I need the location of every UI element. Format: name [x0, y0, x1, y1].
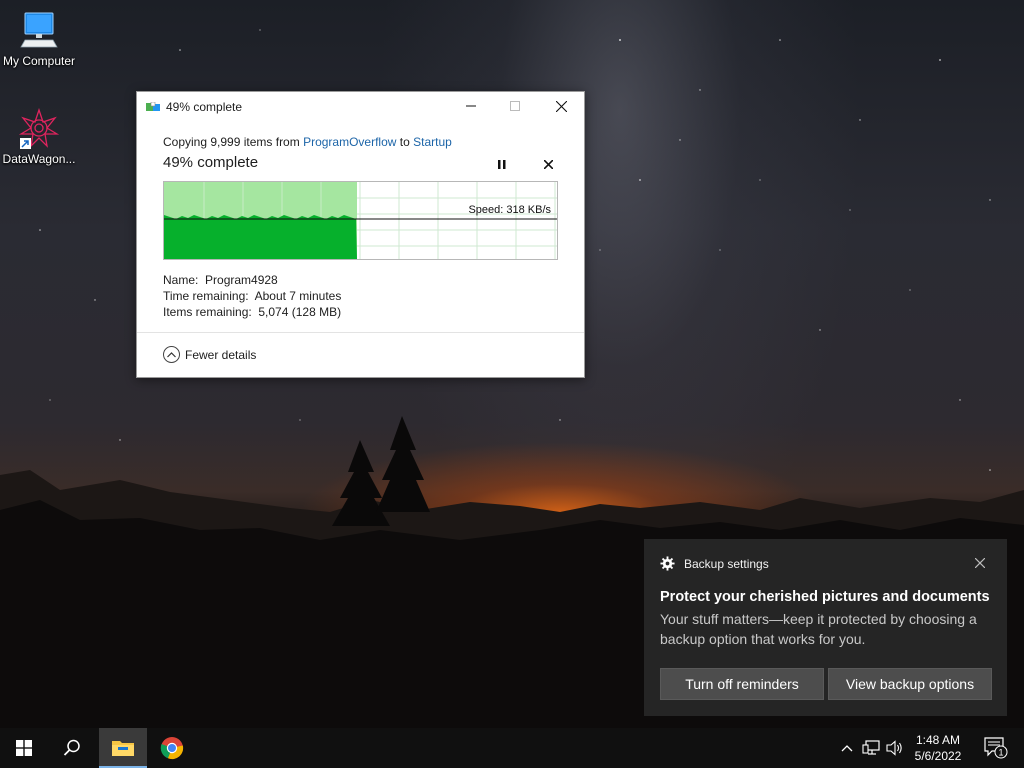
detail-value: About 7 minutes	[254, 289, 342, 303]
copy-progress-dialog: 49% complete Copying 9,999 items from Pr…	[136, 91, 585, 378]
desktop-icon-label: My Computer	[2, 54, 76, 68]
divider	[137, 332, 584, 333]
notification-header: Backup settings	[660, 556, 769, 571]
notification-icon: 1	[984, 737, 1008, 759]
pause-icon	[498, 159, 506, 169]
desktop-icon-datawagon[interactable]: DataWagon...	[0, 107, 78, 166]
speed-readout: Speed: 318 KB/s	[468, 204, 551, 216]
chevron-up-icon	[841, 745, 853, 752]
pause-button[interactable]	[493, 156, 511, 172]
destination-folder-link[interactable]: Startup	[413, 135, 452, 149]
action-center-button[interactable]: 1	[976, 728, 1016, 768]
taskbar-file-explorer[interactable]	[99, 728, 147, 768]
search-icon	[63, 739, 80, 756]
maximize-icon	[510, 101, 520, 111]
copy-details: Name: Program4928 Time remaining: About …	[163, 272, 341, 320]
desktop-icon-my-computer[interactable]: My Computer	[0, 10, 78, 68]
progress-status: 49% complete	[163, 154, 259, 171]
close-button[interactable]	[538, 92, 584, 120]
volume-icon	[886, 740, 902, 756]
file-explorer-icon	[112, 741, 134, 756]
fewer-details-button[interactable]: Fewer details	[163, 346, 256, 363]
detail-label: Name:	[163, 273, 199, 287]
cancel-copy-button[interactable]	[539, 156, 557, 172]
minimize-button[interactable]	[448, 92, 494, 120]
computer-icon	[19, 10, 59, 50]
notification-close-button[interactable]	[972, 555, 988, 571]
clock-date: 5/6/2022	[914, 749, 962, 763]
copy-description: Copying 9,999 items from ProgramOverflow…	[163, 135, 452, 149]
notification-app-name: Backup settings	[684, 556, 769, 571]
system-clock[interactable]: 1:48 AM 5/6/2022	[906, 732, 970, 764]
detail-time-remaining: Time remaining: About 7 minutes	[163, 288, 341, 304]
copy-mid: to	[396, 135, 414, 149]
notification-body: Your stuff matters—keep it protected by …	[660, 611, 977, 647]
detail-label: Items remaining:	[163, 305, 252, 319]
network-icon	[862, 740, 880, 755]
cancel-icon	[543, 159, 553, 169]
show-hidden-icons-button[interactable]	[838, 728, 856, 768]
chrome-icon	[160, 737, 184, 760]
chevron-up-icon	[163, 346, 180, 363]
detail-value: 5,074 (128 MB)	[258, 305, 342, 319]
detail-name: Name: Program4928	[163, 272, 341, 288]
gear-icon	[660, 556, 675, 571]
copy-prefix: Copying 9,999 items from	[163, 135, 304, 149]
notification-title: Protect your cherished pictures and docu…	[660, 589, 990, 605]
close-icon	[555, 100, 567, 112]
fewer-details-label: Fewer details	[185, 347, 257, 362]
taskbar-chrome[interactable]	[148, 728, 196, 768]
taskbar: 1:48 AM 5/6/2022 1	[0, 728, 1024, 768]
dialog-title: 49% complete	[166, 100, 243, 114]
detail-label: Time remaining:	[163, 289, 249, 303]
source-folder-link[interactable]: ProgramOverflow	[303, 135, 396, 149]
detail-items-remaining: Items remaining: 5,074 (128 MB)	[163, 304, 341, 320]
desktop-icon-label: DataWagon...	[2, 152, 76, 166]
detail-value: Program4928	[205, 273, 278, 287]
maximize-button[interactable]	[492, 92, 538, 120]
turn-off-reminders-button[interactable]: Turn off reminders	[660, 668, 824, 700]
view-backup-options-button[interactable]: View backup options	[828, 668, 992, 700]
speed-area	[164, 215, 357, 259]
start-button[interactable]	[0, 728, 48, 768]
minimize-icon	[466, 105, 476, 107]
dialog-titlebar[interactable]: 49% complete	[137, 92, 584, 120]
search-button[interactable]	[48, 728, 96, 768]
start-icon	[16, 740, 32, 756]
notification-count: 1	[998, 748, 1003, 758]
volume-button[interactable]	[884, 728, 906, 768]
close-icon	[975, 558, 985, 568]
transfer-speed-graph: Speed: 318 KB/s	[163, 181, 558, 260]
copy-icon	[146, 101, 160, 111]
network-button[interactable]	[860, 728, 882, 768]
clock-time: 1:48 AM	[915, 733, 961, 747]
backup-notification[interactable]: Backup settings Protect your cherished p…	[644, 539, 1007, 716]
datawagon-icon	[18, 107, 60, 149]
